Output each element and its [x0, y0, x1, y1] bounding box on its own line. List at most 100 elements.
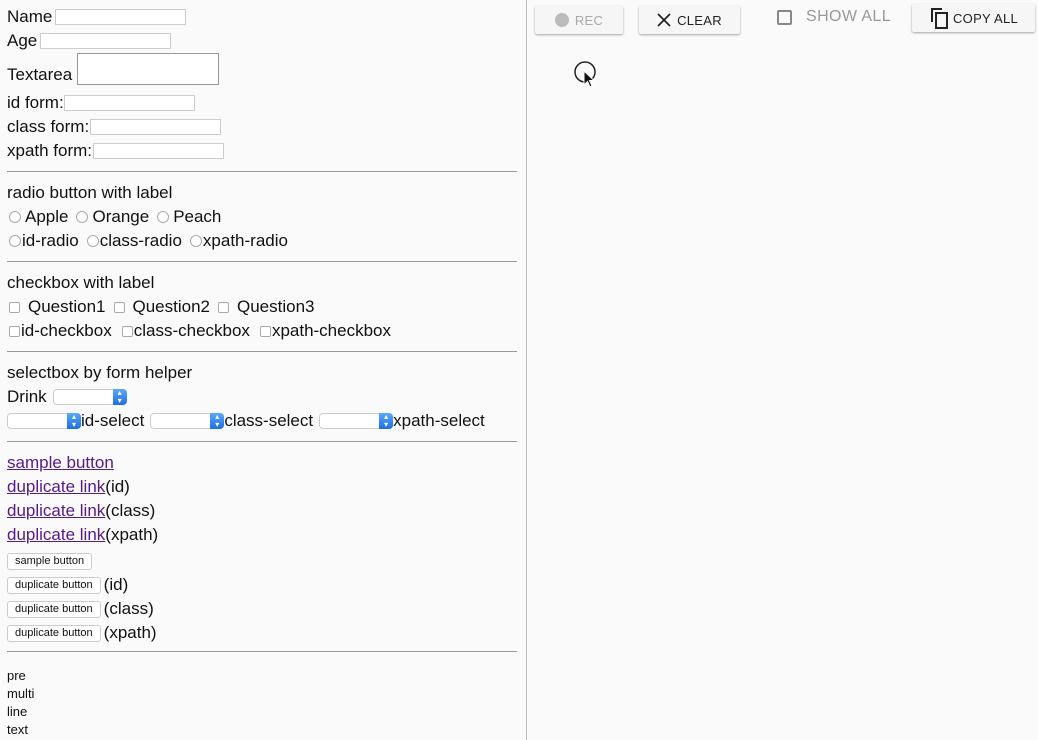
show-all-checkbox[interactable] [777, 9, 792, 25]
checkbox-locator-group: id-checkbox class-checkbox xpath-checkbo… [7, 321, 391, 341]
section-divider [7, 651, 517, 652]
pre-line: line [7, 704, 28, 719]
name-row: Name [7, 7, 187, 27]
pre-multiline-text: pre multi line text [7, 667, 34, 739]
age-row: Age [7, 31, 172, 51]
checkbox-class-label: class-checkbox [133, 321, 250, 340]
rec-button[interactable]: REC [535, 6, 623, 34]
close-icon [657, 13, 671, 27]
checkbox-heading-row: checkbox with label [7, 273, 154, 293]
radio-class-label: class-radio [99, 231, 182, 250]
age-input[interactable] [40, 33, 172, 49]
duplicate-button-class-suffix: (class) [103, 599, 154, 618]
checkbox-question2[interactable] [113, 301, 125, 313]
record-icon [554, 13, 569, 27]
radio-fruit-group: Apple Orange Peach [7, 207, 221, 227]
test-form-panel: Name Age Textarea id form: class form: x… [0, 0, 526, 740]
radio-peach-label[interactable]: Peach [173, 207, 221, 227]
class-form-row: class form: [7, 117, 222, 137]
checkbox-question2-label[interactable]: Question2 [133, 297, 211, 317]
radio-peach[interactable] [157, 211, 170, 223]
checkbox-question1-label[interactable]: Question1 [28, 297, 106, 317]
radio-heading: radio button with label [7, 183, 173, 202]
duplicate-link-class-row: duplicate link (class) [7, 501, 155, 521]
clear-button[interactable]: CLEAR [639, 6, 740, 34]
duplicate-button-xpath-suffix: (xpath) [103, 623, 157, 642]
drink-row: Drink ▴ ▾ [7, 387, 127, 407]
duplicate-button-id[interactable]: duplicate button [7, 576, 101, 594]
duplicate-link-class-suffix: (class) [105, 501, 156, 520]
xpath-form-row: xpath form: [7, 141, 225, 161]
radio-xpath[interactable] [189, 235, 202, 247]
sample-button-row: sample button [7, 553, 95, 570]
radio-apple-label[interactable]: Apple [25, 207, 68, 227]
duplicate-link-id-row: duplicate link (id) [7, 477, 130, 497]
clear-label: CLEAR [677, 12, 722, 28]
section-divider [7, 171, 517, 172]
duplicate-link-class[interactable]: duplicate link [7, 501, 105, 521]
radio-id-label: id-radio [22, 231, 79, 250]
duplicate-button-class-row: duplicate button (class) [7, 599, 154, 619]
class-select-label: class-select [224, 411, 314, 430]
duplicate-link-xpath-suffix: (xpath) [105, 525, 159, 544]
xpath-select[interactable]: ▴ ▾ [319, 413, 394, 429]
id-select[interactable]: ▴ ▾ [7, 413, 81, 429]
radio-orange-label[interactable]: Orange [92, 207, 149, 227]
pre-line: text [7, 722, 28, 737]
checkbox-id[interactable] [9, 325, 20, 337]
section-divider [7, 441, 517, 442]
sample-link[interactable]: sample button [7, 453, 114, 473]
mouse-cursor-icon [574, 61, 596, 88]
checkbox-id-label: id-checkbox [21, 321, 112, 340]
copy-all-button[interactable]: COPY ALL [912, 4, 1035, 32]
radio-xpath-label: xpath-radio [202, 231, 288, 250]
name-input[interactable] [55, 9, 187, 25]
rec-label: REC [574, 12, 604, 28]
duplicate-link-id[interactable]: duplicate link [7, 477, 105, 497]
sample-link-row: sample button [7, 453, 114, 473]
checkbox-question3-label[interactable]: Question3 [237, 297, 315, 317]
textarea-input[interactable] [77, 53, 220, 85]
checkbox-xpath[interactable] [259, 325, 271, 337]
section-divider [7, 261, 517, 262]
radio-orange[interactable] [76, 211, 89, 223]
textarea-row: Textarea [7, 53, 220, 85]
checkbox-class[interactable] [121, 325, 133, 337]
checkbox-question3[interactable] [218, 301, 229, 313]
radio-apple[interactable] [9, 211, 21, 223]
duplicate-button-xpath-row: duplicate button (xpath) [7, 623, 157, 643]
xpath-form-label: xpath form: [7, 141, 93, 160]
select-arrows-icon: ▴ ▾ [67, 413, 81, 429]
duplicate-button-class[interactable]: duplicate button [7, 600, 101, 618]
duplicate-link-id-suffix: (id) [105, 477, 130, 496]
checkbox-question-group: Question1 Question2 Question3 [7, 297, 315, 317]
duplicate-link-xpath[interactable]: duplicate link [7, 525, 105, 545]
radio-id[interactable] [9, 235, 21, 247]
class-select[interactable]: ▴ ▾ [150, 413, 225, 429]
class-form-input[interactable] [90, 119, 222, 135]
radio-class[interactable] [86, 235, 99, 247]
duplicate-link-xpath-row: duplicate link (xpath) [7, 525, 158, 545]
id-form-label: id form: [7, 93, 64, 112]
pre-line: pre [7, 668, 26, 683]
checkbox-heading: checkbox with label [7, 273, 155, 292]
sample-button[interactable]: sample button [7, 553, 93, 570]
show-all-toggle[interactable]: SHOW ALL [777, 8, 891, 26]
duplicate-button-xpath[interactable]: duplicate button [7, 624, 101, 642]
id-form-input[interactable] [63, 95, 195, 111]
drink-select[interactable]: ▴ ▾ [52, 389, 127, 405]
select-arrows-icon: ▴ ▾ [112, 389, 127, 405]
select-heading-row: selectbox by form helper [7, 363, 192, 383]
duplicate-button-id-row: duplicate button (id) [7, 575, 128, 595]
select-locator-group: ▴ ▾ id-select ▴ ▾ class-select ▴ ▾ xpath-se… [7, 411, 485, 431]
xpath-form-input[interactable] [93, 143, 225, 159]
pre-line: multi [7, 686, 35, 701]
duplicate-button-id-suffix: (id) [103, 575, 129, 594]
radio-heading-row: radio button with label [7, 183, 172, 203]
id-select-label: id-select [81, 411, 145, 430]
checkbox-question1[interactable] [9, 301, 20, 313]
section-divider [7, 351, 517, 352]
textarea-label: Textarea [7, 65, 73, 84]
show-all-label: SHOW ALL [806, 8, 892, 25]
id-form-row: id form: [7, 93, 195, 113]
